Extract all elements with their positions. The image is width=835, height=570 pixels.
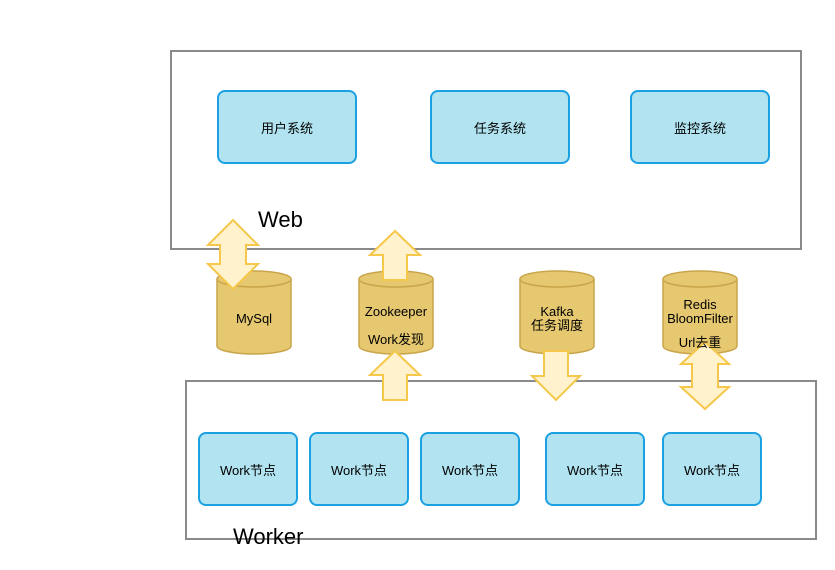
zookeeper-label: Zookeeper bbox=[364, 304, 428, 319]
kafka-worker-down-arrow bbox=[529, 350, 583, 402]
kafka-sublabel: 任务调度 bbox=[530, 318, 583, 333]
redis-bloomfilter-label: BloomFilter bbox=[667, 311, 733, 326]
worker-zookeeper-up-arrow bbox=[367, 349, 423, 401]
redis-dedup-label: Url去重 bbox=[678, 335, 722, 350]
zookeeper-sublabel: Work发现 bbox=[367, 332, 425, 347]
mysql-label: MySql bbox=[235, 311, 273, 326]
kafka-label: Kafka bbox=[540, 304, 574, 319]
redis-label: Redis bbox=[683, 297, 717, 312]
diagram-overlay bbox=[205, 218, 738, 411]
